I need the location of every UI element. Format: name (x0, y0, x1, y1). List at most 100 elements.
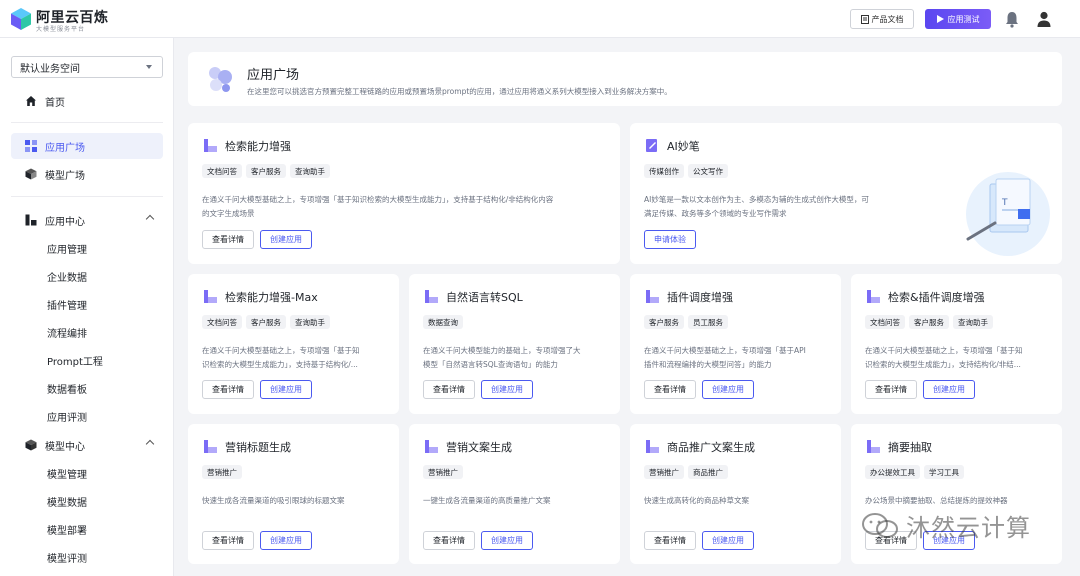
sidebar-subitem-prompt-engineering[interactable]: Prompt工程 (47, 350, 103, 370)
app-card[interactable]: 商品推广文案生成 营销推广 商品推广 快速生成高转化的商品种草文案 查看详情 创… (630, 424, 841, 564)
bell-icon[interactable] (1004, 10, 1020, 28)
app-card[interactable]: 营销标题生成 营销推广 快速生成各流量渠道的吸引眼球的标题文案 查看详情 创建应… (188, 424, 399, 564)
create-app-button[interactable]: 创建应用 (702, 531, 754, 550)
sidebar-item-model-center[interactable]: 模型中心 (11, 432, 163, 458)
apply-trial-button[interactable]: 申请体验 (644, 230, 696, 249)
tag: 文档问答 (865, 315, 905, 329)
description-line: 办公场景中摘要抽取、总结提炼的提效神器 (865, 496, 1008, 505)
description-line: AI妙笔是一款以文本创作为主、多模态为辅的生成式创作大模型，可 (644, 195, 869, 204)
app-card-title: 检索能力增强-Max (225, 291, 318, 304)
description-line: 快速生成高转化的商品种草文案 (644, 496, 749, 505)
app-card-tags: 营销推广 商品推广 (644, 465, 728, 479)
app-card-description: 快速生成高转化的商品种草文案 (644, 494, 749, 508)
app-card[interactable]: 摘要抽取 办公提效工具 学习工具 办公场景中摘要抽取、总结提炼的提效神器 查看详… (851, 424, 1062, 564)
bailian-logo-icon (11, 8, 31, 30)
sidebar-subitem-workflow[interactable]: 流程编排 (47, 322, 87, 342)
description-line: 的文字生成场景 (202, 209, 255, 218)
sidebar-item-app-center[interactable]: 应用中心 (11, 207, 163, 233)
create-app-button[interactable]: 创建应用 (481, 531, 533, 550)
app-card-description: 一键生成各流量渠道的高质量推广文案 (423, 494, 551, 508)
sidebar-item-label: 模型广场 (45, 170, 85, 182)
sidebar-item-app-plaza[interactable]: 应用广场 (11, 133, 163, 159)
sidebar-subitem-model-data[interactable]: 模型数据 (47, 491, 87, 511)
sidebar-subitem-enterprise-data[interactable]: 企业数据 (47, 266, 87, 286)
app-card-tags: 数据查询 (423, 315, 463, 329)
description-line: 快速生成各流量渠道的吸引眼球的标题文案 (202, 496, 345, 505)
tag: 文档问答 (202, 315, 242, 329)
sidebar-subitem-plugin-management[interactable]: 插件管理 (47, 294, 87, 314)
create-app-button[interactable]: 创建应用 (260, 380, 312, 399)
app-card-icon (425, 290, 438, 303)
caret-down-icon (146, 65, 152, 69)
sidebar-subitem-model-deployment[interactable]: 模型部署 (47, 519, 87, 539)
tag: 办公提效工具 (865, 465, 920, 479)
app-card-title: 自然语言转SQL (446, 291, 523, 304)
sidebar-item-model-plaza[interactable]: 模型广场 (11, 161, 163, 187)
create-app-button[interactable]: 创建应用 (481, 380, 533, 399)
app-card-actions: 查看详情 创建应用 (423, 380, 533, 399)
sidebar-item-label: 模型中心 (45, 441, 85, 453)
app-card[interactable]: 检索&插件调度增强 文档问答 客户服务 查询助手 在通义千问大模型基础之上，专项… (851, 274, 1062, 414)
tag: 学习工具 (924, 465, 964, 479)
workspace-select[interactable]: 默认业务空间 (11, 56, 163, 78)
sidebar-subitem-dashboard[interactable]: 数据看板 (47, 378, 87, 398)
sidebar-subitem-model-evaluation[interactable]: 模型评测 (47, 547, 87, 567)
create-app-button[interactable]: 创建应用 (702, 380, 754, 399)
sidebar-subitem-app-evaluation[interactable]: 应用评测 (47, 406, 87, 426)
app-card-actions: 查看详情 创建应用 (644, 380, 754, 399)
sidebar-item-home[interactable]: 首页 (11, 88, 163, 114)
app-card-actions: 查看详情 创建应用 (202, 380, 312, 399)
app-card-description: 在通义千问大模型基础之上，专项增强「基于API 插件和流程编排的大模型问答」的能… (644, 344, 806, 372)
user-avatar-icon[interactable] (1036, 10, 1052, 28)
app-card-title: 营销文案生成 (446, 441, 512, 454)
view-details-button[interactable]: 查看详情 (202, 531, 254, 550)
description-line: 在通义千问大模型基础之上，专项增强「基于API (644, 346, 806, 355)
app-card-icon (646, 440, 659, 453)
chevron-up-icon (145, 214, 155, 224)
page-title: 应用广场 (247, 68, 300, 83)
watermark-text: 沐然云计算 (906, 514, 1031, 542)
app-card[interactable]: 插件调度增强 客户服务 员工服务 在通义千问大模型基础之上，专项增强「基于API… (630, 274, 841, 414)
document-illustration-icon: T (966, 172, 1050, 256)
sidebar-subitem-app-management[interactable]: 应用管理 (47, 238, 87, 258)
app-card-tags: 客户服务 员工服务 (644, 315, 728, 329)
app-card-icon (204, 290, 217, 303)
view-details-button[interactable]: 查看详情 (423, 380, 475, 399)
description-line: 在通义千问大模型基础之上，专项增强「基于知 (202, 346, 360, 355)
tag: 营销推广 (202, 465, 242, 479)
app-card-description: 在通义千问大模型基础之上，专项增强「基于知识检索的大模型生成能力」，支持基于结构… (202, 193, 553, 221)
app-card[interactable]: 检索能力增强-Max 文档问答 客户服务 查询助手 在通义千问大模型基础之上，专… (188, 274, 399, 414)
app-card[interactable]: 检索能力增强 文档问答 客户服务 查询助手 在通义千问大模型基础之上，专项增强「… (188, 123, 620, 264)
view-details-button[interactable]: 查看详情 (202, 230, 254, 249)
app-card-icon (867, 290, 880, 303)
product-docs-button[interactable]: 产品文档 (850, 9, 914, 29)
grid-icon (25, 140, 37, 152)
svg-text:T: T (1001, 198, 1008, 208)
home-icon (26, 96, 36, 106)
tag: 营销推广 (644, 465, 684, 479)
divider (11, 122, 163, 123)
app-card[interactable]: 自然语言转SQL 数据查询 在通义千问大模型能力的基础上，专项增强了大 模型「自… (409, 274, 620, 414)
view-details-button[interactable]: 查看详情 (644, 380, 696, 399)
app-test-button[interactable]: 应用测试 (925, 9, 991, 29)
app-card[interactable]: 营销文案生成 营销推广 一键生成各流量渠道的高质量推广文案 查看详情 创建应用 (409, 424, 620, 564)
sidebar-item-label: 应用中心 (45, 216, 85, 228)
create-app-button[interactable]: 创建应用 (260, 531, 312, 550)
tag: 客户服务 (909, 315, 949, 329)
view-details-button[interactable]: 查看详情 (865, 380, 917, 399)
tag: 文档问答 (202, 164, 242, 178)
app-card-icon (204, 440, 217, 453)
app-card-actions: 查看详情 创建应用 (202, 230, 312, 249)
view-details-button[interactable]: 查看详情 (423, 531, 475, 550)
view-details-button[interactable]: 查看详情 (644, 531, 696, 550)
app-card-actions: 查看详情 创建应用 (865, 380, 975, 399)
sidebar: 默认业务空间 首页 应用广场 模型广场 应用中心 应用管理 企业数据 插件管理 … (0, 38, 174, 576)
cube-icon (25, 168, 37, 180)
app-card[interactable]: AI妙笔 传媒创作 公文写作 AI妙笔是一款以文本创作为主、多模态为辅的生成式创… (630, 123, 1062, 264)
create-app-button[interactable]: 创建应用 (260, 230, 312, 249)
create-app-button[interactable]: 创建应用 (923, 380, 975, 399)
app-card-title: 商品推广文案生成 (667, 441, 755, 454)
brand-subtitle: 大模型服务平台 (36, 26, 86, 33)
view-details-button[interactable]: 查看详情 (202, 380, 254, 399)
sidebar-subitem-model-management[interactable]: 模型管理 (47, 463, 87, 483)
